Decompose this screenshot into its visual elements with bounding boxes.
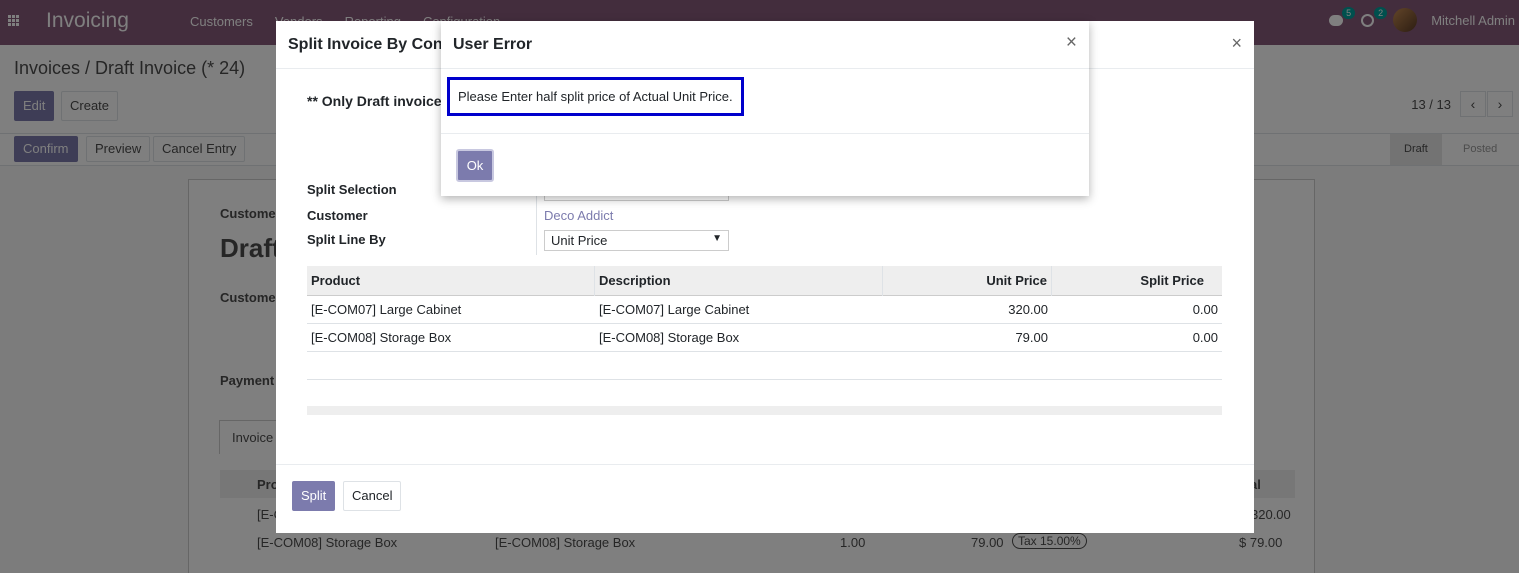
row-2-description: [E-COM08] Storage Box: [599, 330, 740, 345]
customer-link[interactable]: Deco Addict: [544, 208, 613, 223]
split-button[interactable]: Split: [292, 481, 336, 511]
error-dialog-title: User Error: [453, 36, 533, 53]
split-line-by-value: Unit Price: [551, 233, 608, 248]
chevron-down-icon: ▼: [712, 233, 722, 244]
col-split-price[interactable]: Split Price: [1052, 266, 1204, 296]
table-empty-row: [307, 352, 1222, 380]
split-selection-label: Split Selection: [307, 182, 397, 197]
user-error-dialog: User Error × Please Enter half split pri…: [441, 21, 1089, 196]
cancel-button[interactable]: Cancel: [343, 481, 402, 511]
row-1-split-price[interactable]: 0.00: [1052, 296, 1218, 324]
table-header: Product Description Unit Price Split Pri…: [307, 266, 1222, 296]
split-line-by-label: Split Line By: [307, 232, 386, 247]
ok-button[interactable]: Ok: [456, 149, 494, 182]
split-line-by-select[interactable]: Unit Price ▼: [544, 230, 729, 251]
close-icon[interactable]: ×: [1066, 32, 1077, 54]
error-dialog-footer: Ok: [441, 133, 1089, 196]
table-row[interactable]: [E-COM07] Large Cabinet [E-COM07] Large …: [307, 296, 1222, 324]
split-dialog-footer: Split Cancel: [276, 464, 1254, 533]
customer-label: Customer: [307, 208, 368, 223]
col-product[interactable]: Product: [307, 266, 595, 296]
draft-only-note: ** Only Draft invoice: [307, 93, 442, 109]
error-dialog-header: User Error ×: [441, 21, 1089, 69]
row-2-unit-price: 79.00: [1015, 330, 1048, 345]
row-2-split-price[interactable]: 0.00: [1052, 324, 1218, 352]
col-unit-price[interactable]: Unit Price: [883, 266, 1052, 296]
row-1-unit-price: 320.00: [1008, 302, 1048, 317]
close-icon[interactable]: ×: [1231, 33, 1242, 54]
split-dialog-title: Split Invoice By Cond: [288, 36, 453, 53]
row-1-description: [E-COM07] Large Cabinet: [599, 302, 750, 317]
row-2-product: [E-COM08] Storage Box: [311, 330, 452, 345]
error-message: Please Enter half split price of Actual …: [447, 77, 744, 116]
row-1-product: [E-COM07] Large Cabinet: [311, 302, 462, 317]
table-row[interactable]: [E-COM08] Storage Box [E-COM08] Storage …: [307, 324, 1222, 352]
table-footer: [307, 406, 1222, 415]
col-description[interactable]: Description: [595, 266, 883, 296]
